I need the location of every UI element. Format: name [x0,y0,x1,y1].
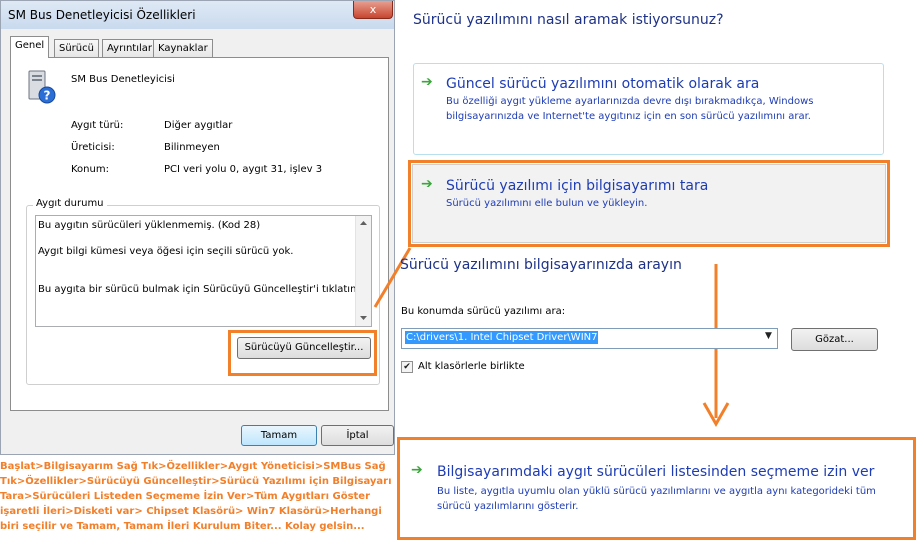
browse-button[interactable]: Gözat... [791,328,878,351]
browse-option-desc: Sürücü yazılımını elle bulun ve yükleyin… [446,198,648,209]
browse-option-title[interactable]: Sürücü yazılımı için bilgisayarımı tara [446,178,708,194]
auto-search-title[interactable]: Güncel sürücü yazılımını otomatik olarak… [446,76,759,92]
include-subfolders-checkbox[interactable]: ✔ [401,361,413,373]
pick-option-desc: sürücü yazılımlarını gösterir. [437,501,579,512]
checkmark-icon: ✔ [403,362,411,372]
chevron-down-icon[interactable]: ▼ [765,331,772,341]
driver-path-combobox[interactable]: C:\drivers\1. Intel Chipset Driver\WIN7 … [401,328,778,349]
auto-search-desc: Bu özelliği aygıt yükleme ayarlarınızda … [446,96,814,107]
green-arrow-icon: ➔ [411,462,423,478]
tab-general[interactable]: Genel [10,36,50,58]
pick-option-title[interactable]: Bilgisayarımdaki aygıt sürücüleri listes… [437,464,874,480]
auto-search-desc: bilgisayarınızda ve Internet'te aygıtını… [446,111,811,122]
driver-path-input[interactable]: C:\drivers\1. Intel Chipset Driver\WIN7 [405,331,599,344]
green-arrow-icon: ➔ [421,176,433,192]
wizard-question: Sürücü yazılımını nasıl aramak istiyorsu… [413,12,724,28]
instructions-text: Başlat>Bilgisayarım Sağ Tık>Özellikler>A… [0,461,392,532]
browse-heading: Sürücü yazılımını bilgisayarınızda arayı… [400,257,682,273]
pick-option-desc: Bu liste, aygıtla uyumlu olan yüklü sürü… [437,486,876,497]
search-location-label: Bu konumda sürücü yazılımı ara: [401,306,566,317]
green-arrow-icon: ➔ [421,74,433,90]
include-subfolders-label[interactable]: Alt klasörlerle birlikte [418,361,525,372]
